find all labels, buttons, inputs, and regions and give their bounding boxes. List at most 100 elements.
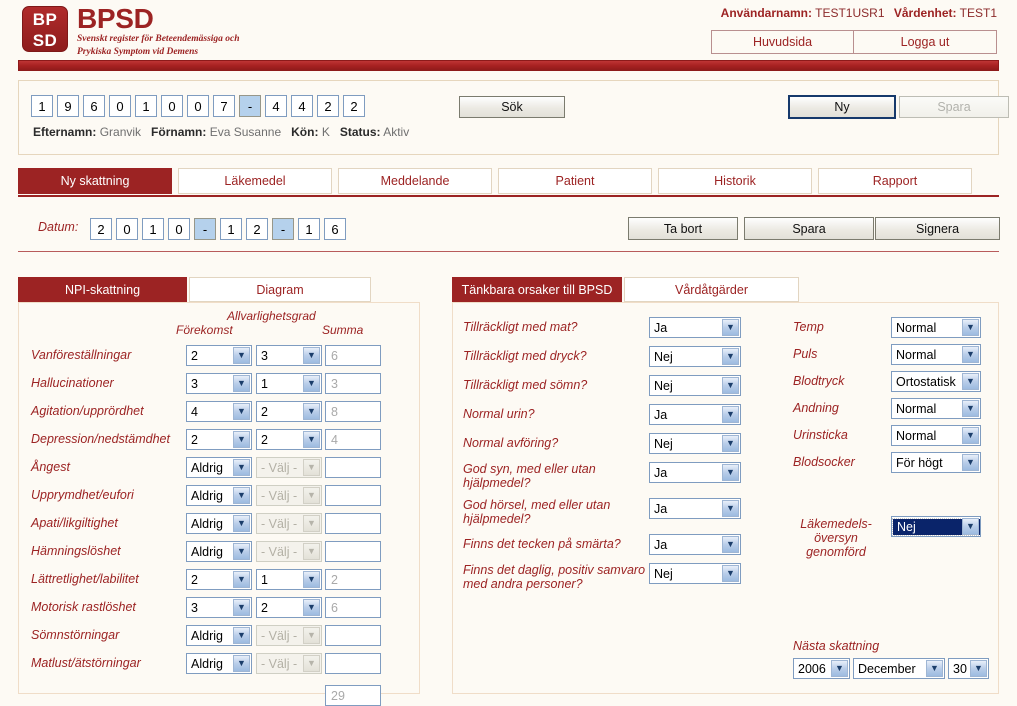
chevron-down-icon[interactable]: ▼	[233, 487, 250, 504]
npi-occurrence-select-9[interactable]: 3 ▼	[186, 597, 252, 618]
question-select-7[interactable]: Ja ▼	[649, 534, 741, 555]
signera-button[interactable]: Signera	[875, 217, 1000, 240]
date-digit-9[interactable]: 6	[324, 218, 346, 240]
tab-patient[interactable]: Patient	[498, 168, 652, 194]
vital-select-3[interactable]: Normal ▼	[891, 398, 981, 419]
subtab-vardatgarder[interactable]: Vårdåtgärder	[624, 277, 799, 302]
personal-number-digit-6[interactable]: 0	[187, 95, 209, 117]
personal-number-digit-2[interactable]: 6	[83, 95, 105, 117]
chevron-down-icon[interactable]: ▼	[962, 454, 979, 471]
question-select-3[interactable]: Ja ▼	[649, 404, 741, 425]
date-digit-5[interactable]: 1	[220, 218, 242, 240]
question-select-1[interactable]: Nej ▼	[649, 346, 741, 367]
npi-severity-select-8[interactable]: 1 ▼	[256, 569, 322, 590]
chevron-down-icon[interactable]: ▼	[722, 435, 739, 452]
chevron-down-icon[interactable]: ▼	[303, 571, 320, 588]
chevron-down-icon[interactable]: ▼	[962, 427, 979, 444]
date-digit-2[interactable]: 1	[142, 218, 164, 240]
next-assessment-day-select[interactable]: 30 ▼	[948, 658, 989, 679]
tab-l-kemedel[interactable]: Läkemedel	[178, 168, 332, 194]
npi-severity-select-3[interactable]: 2 ▼	[256, 429, 322, 450]
spara-button[interactable]: Spara	[744, 217, 874, 240]
chevron-down-icon[interactable]: ▼	[722, 406, 739, 423]
personal-number-digit-10[interactable]: 4	[291, 95, 313, 117]
question-select-8[interactable]: Nej ▼	[649, 563, 741, 584]
ta-bort-button[interactable]: Ta bort	[628, 217, 738, 240]
chevron-down-icon[interactable]: ▼	[303, 347, 320, 364]
npi-occurrence-select-11[interactable]: Aldrig ▼	[186, 653, 252, 674]
chevron-down-icon[interactable]: ▼	[722, 319, 739, 336]
logga-ut-button[interactable]: Logga ut	[854, 30, 997, 54]
vital-select-5[interactable]: För högt ▼	[891, 452, 981, 473]
chevron-down-icon[interactable]: ▼	[233, 375, 250, 392]
date-digit-0[interactable]: 2	[90, 218, 112, 240]
next-assessment-year-select[interactable]: 2006 ▼	[793, 658, 850, 679]
npi-occurrence-select-8[interactable]: 2 ▼	[186, 569, 252, 590]
personal-number-input-row[interactable]: 19601007-4422	[31, 95, 369, 117]
ny-button[interactable]: Ny	[788, 95, 896, 119]
question-select-0[interactable]: Ja ▼	[649, 317, 741, 338]
vital-select-2[interactable]: Ortostatisk ▼	[891, 371, 981, 392]
date-digit-7[interactable]: -	[272, 218, 294, 240]
npi-occurrence-select-5[interactable]: Aldrig ▼	[186, 485, 252, 506]
chevron-down-icon[interactable]: ▼	[722, 536, 739, 553]
chevron-down-icon[interactable]: ▼	[233, 515, 250, 532]
chevron-down-icon[interactable]: ▼	[722, 565, 739, 582]
subtab-tankbara-orsaker[interactable]: Tänkbara orsaker till BPSD	[452, 277, 622, 302]
chevron-down-icon[interactable]: ▼	[303, 599, 320, 616]
npi-occurrence-select-10[interactable]: Aldrig ▼	[186, 625, 252, 646]
chevron-down-icon[interactable]: ▼	[233, 627, 250, 644]
chevron-down-icon[interactable]: ▼	[303, 403, 320, 420]
date-digit-1[interactable]: 0	[116, 218, 138, 240]
chevron-down-icon[interactable]: ▼	[722, 500, 739, 517]
chevron-down-icon[interactable]: ▼	[233, 403, 250, 420]
vital-select-0[interactable]: Normal ▼	[891, 317, 981, 338]
chevron-down-icon[interactable]: ▼	[233, 599, 250, 616]
personal-number-digit-8[interactable]: -	[239, 95, 261, 117]
sok-button[interactable]: Sök	[459, 96, 565, 118]
npi-occurrence-select-0[interactable]: 2 ▼	[186, 345, 252, 366]
chevron-down-icon[interactable]: ▼	[962, 346, 979, 363]
npi-severity-select-0[interactable]: 3 ▼	[256, 345, 322, 366]
npi-severity-select-1[interactable]: 1 ▼	[256, 373, 322, 394]
tab-historik[interactable]: Historik	[658, 168, 812, 194]
npi-occurrence-select-7[interactable]: Aldrig ▼	[186, 541, 252, 562]
personal-number-digit-4[interactable]: 1	[135, 95, 157, 117]
tab-meddelande[interactable]: Meddelande	[338, 168, 492, 194]
vital-select-1[interactable]: Normal ▼	[891, 344, 981, 365]
chevron-down-icon[interactable]: ▼	[233, 347, 250, 364]
personal-number-digit-5[interactable]: 0	[161, 95, 183, 117]
personal-number-digit-1[interactable]: 9	[57, 95, 79, 117]
subtab-npi-skattning[interactable]: NPI-skattning	[18, 277, 187, 302]
chevron-down-icon[interactable]: ▼	[722, 464, 739, 481]
date-digit-8[interactable]: 1	[298, 218, 320, 240]
chevron-down-icon[interactable]: ▼	[233, 655, 250, 672]
chevron-down-icon[interactable]: ▼	[233, 543, 250, 560]
date-digit-3[interactable]: 0	[168, 218, 190, 240]
npi-occurrence-select-3[interactable]: 2 ▼	[186, 429, 252, 450]
chevron-down-icon[interactable]: ▼	[962, 400, 979, 417]
chevron-down-icon[interactable]: ▼	[233, 571, 250, 588]
chevron-down-icon[interactable]: ▼	[233, 459, 250, 476]
date-digit-4[interactable]: -	[194, 218, 216, 240]
subtab-diagram[interactable]: Diagram	[189, 277, 371, 302]
next-assessment-month-select[interactable]: December ▼	[853, 658, 945, 679]
chevron-down-icon[interactable]: ▼	[303, 431, 320, 448]
personal-number-digit-7[interactable]: 7	[213, 95, 235, 117]
date-digit-6[interactable]: 2	[246, 218, 268, 240]
npi-occurrence-select-1[interactable]: 3 ▼	[186, 373, 252, 394]
npi-severity-select-9[interactable]: 2 ▼	[256, 597, 322, 618]
question-select-2[interactable]: Nej ▼	[649, 375, 741, 396]
chevron-down-icon[interactable]: ▼	[831, 660, 848, 677]
huvudsida-button[interactable]: Huvudsida	[711, 30, 854, 54]
question-select-6[interactable]: Ja ▼	[649, 498, 741, 519]
vital-select-4[interactable]: Normal ▼	[891, 425, 981, 446]
npi-occurrence-select-4[interactable]: Aldrig ▼	[186, 457, 252, 478]
medication-review-select[interactable]: Nej ▼	[891, 516, 981, 537]
tab-ny-skattning[interactable]: Ny skattning	[18, 168, 172, 194]
tab-rapport[interactable]: Rapport	[818, 168, 972, 194]
chevron-down-icon[interactable]: ▼	[722, 377, 739, 394]
personal-number-digit-12[interactable]: 2	[343, 95, 365, 117]
chevron-down-icon[interactable]: ▼	[233, 431, 250, 448]
personal-number-digit-9[interactable]: 4	[265, 95, 287, 117]
